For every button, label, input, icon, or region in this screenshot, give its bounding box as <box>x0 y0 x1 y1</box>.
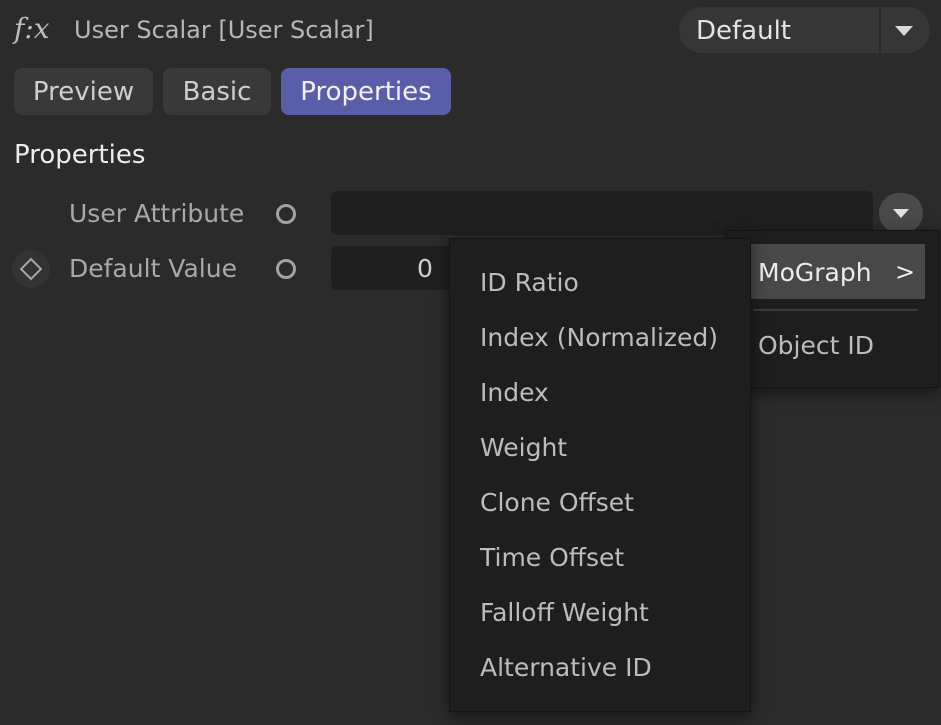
object-title: User Scalar [User Scalar] <box>74 16 374 44</box>
menu-item-object-id[interactable]: Object ID <box>758 331 874 360</box>
tab-preview[interactable]: Preview <box>14 68 153 115</box>
fx-icon: f:x <box>14 12 50 45</box>
menu-item[interactable]: Time Offset <box>480 543 624 572</box>
menu-item[interactable]: Index <box>480 378 549 407</box>
user-attribute-dropdown-button[interactable] <box>879 193 923 233</box>
menu-divider <box>753 309 918 311</box>
user-attribute-label: User Attribute <box>69 199 245 228</box>
tab-basic[interactable]: Basic <box>163 68 271 115</box>
default-value-number: 0 <box>417 254 433 283</box>
menu-item[interactable]: Index (Normalized) <box>480 323 718 352</box>
chevron-right-icon: > <box>895 258 916 286</box>
preset-dropdown[interactable]: Default <box>679 7 930 53</box>
chevron-down-icon[interactable] <box>895 26 913 36</box>
tab-properties[interactable]: Properties <box>281 68 451 115</box>
menu-item[interactable]: Clone Offset <box>480 488 634 517</box>
mograph-attribute-menu: ID Ratio Index (Normalized) Index Weight… <box>449 238 751 712</box>
user-attribute-field[interactable] <box>331 191 873 235</box>
menu-item[interactable]: Weight <box>480 433 567 462</box>
chevron-down-icon <box>893 209 909 218</box>
preset-value: Default <box>696 16 791 46</box>
section-title: Properties <box>14 140 146 170</box>
preset-divider <box>879 7 881 53</box>
animate-circle-icon[interactable] <box>276 259 296 279</box>
default-value-label: Default Value <box>69 254 237 283</box>
menu-item[interactable]: ID Ratio <box>480 268 579 297</box>
menu-item[interactable]: Alternative ID <box>480 653 652 682</box>
mograph-category-menu: MoGraph > Object ID <box>726 230 940 388</box>
menu-item[interactable]: Falloff Weight <box>480 598 649 627</box>
menu-item-mograph-label: MoGraph <box>758 258 872 287</box>
animate-circle-icon[interactable] <box>276 204 296 224</box>
